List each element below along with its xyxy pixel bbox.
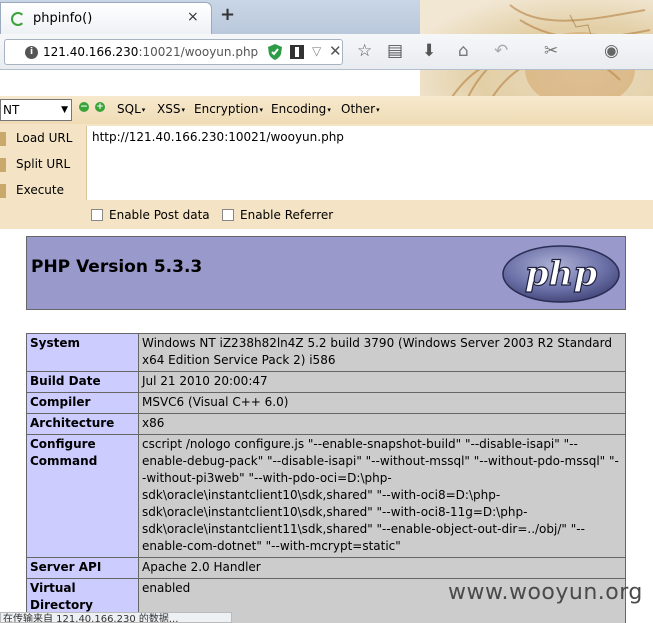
row-key: Compiler xyxy=(26,392,139,414)
wooyun-watermark: www.wooyun.org xyxy=(448,580,643,605)
enable-post-data-checkbox[interactable]: Enable Post data xyxy=(91,208,210,222)
menu-other-label: Other xyxy=(341,102,376,116)
row-key: System xyxy=(26,333,139,372)
home-icon[interactable]: ⌂ xyxy=(458,41,469,61)
url-dropdown-icon[interactable]: ▽ xyxy=(312,44,321,58)
hackbar-select[interactable]: NT ▼ xyxy=(0,99,72,121)
tools-icon[interactable]: ✂ xyxy=(544,41,558,61)
caret-icon: ▾ xyxy=(141,105,146,114)
chevron-down-icon: ▼ xyxy=(61,105,68,115)
caret-icon: ▾ xyxy=(259,105,263,114)
svg-text:php: php xyxy=(525,254,597,294)
execute-icon xyxy=(0,184,6,198)
menu-sql[interactable]: SQL▾ xyxy=(117,102,145,116)
caret-icon: ▾ xyxy=(327,105,331,114)
hackbar-select-value: NT xyxy=(3,103,20,117)
hackbar-panel: NT ▼ − + SQL▾ XSS▾ Encryption▾ Encoding▾… xyxy=(0,96,653,229)
enable-referrer-label: Enable Referrer xyxy=(240,208,334,222)
row-value: x86 xyxy=(138,413,626,435)
row-value: MSVC6 (Visual C++ 6.0) xyxy=(138,392,626,414)
page-content: PHP Version 5.3.3 php System Windows NT i… xyxy=(0,229,653,623)
row-key: Server API xyxy=(26,557,139,579)
php-logo-icon: php xyxy=(502,245,620,303)
row-value: cscript /nologo configure.js "--enable-s… xyxy=(138,434,626,558)
hackbar-url-textarea[interactable]: http://121.40.166.230:10021/wooyun.php xyxy=(86,126,653,200)
load-url-button[interactable]: Load URL xyxy=(16,131,72,145)
menu-xss[interactable]: XSS▾ xyxy=(157,102,185,116)
menu-encryption[interactable]: Encryption▾ xyxy=(194,102,263,116)
undo-icon[interactable]: ↶ xyxy=(494,41,508,61)
row-value: Windows NT iZ238h82ln4Z 5.2 build 3790 (… xyxy=(138,333,626,372)
new-tab-button[interactable]: + xyxy=(220,4,235,25)
menu-other[interactable]: Other▾ xyxy=(341,102,380,116)
shield-icon[interactable] xyxy=(267,43,283,61)
enable-referrer-checkbox[interactable]: Enable Referrer xyxy=(222,208,333,222)
caret-icon: ▾ xyxy=(376,105,380,114)
tab-phpinfo[interactable]: phpinfo() × xyxy=(0,2,212,34)
hackbar-url-value: http://121.40.166.230:10021/wooyun.php xyxy=(92,130,344,144)
close-icon[interactable]: ✕ xyxy=(329,42,342,60)
table-row: Architecture x86 xyxy=(26,413,626,435)
url-path: :10021/wooyun.php xyxy=(138,45,259,59)
status-bar: 在传输来自 121.40.166.230 的数据... xyxy=(0,612,232,623)
reader-view-icon[interactable]: ▤ xyxy=(387,41,403,61)
row-key: Build Date xyxy=(26,371,139,393)
table-row: Configure Command cscript /nologo configu… xyxy=(26,434,626,558)
bookmark-star-icon[interactable]: ☆ xyxy=(357,41,372,61)
table-row: Compiler MSVC6 (Visual C++ 6.0) xyxy=(26,392,626,414)
load-url-icon xyxy=(0,132,6,146)
table-row: System Windows NT iZ238h82ln4Z 5.2 build … xyxy=(26,333,626,372)
table-row: Build Date Jul 21 2010 20:00:47 xyxy=(26,371,626,393)
checkbox-box[interactable] xyxy=(91,209,103,221)
caret-icon: ▾ xyxy=(181,105,185,114)
table-row: Server API Apache 2.0 Handler xyxy=(26,557,626,579)
menu-encoding[interactable]: Encoding▾ xyxy=(271,102,331,116)
navigation-bar: i 121.40.166.230:10021/wooyun.php ▽ ✕ ☆ … xyxy=(0,34,653,70)
url-host: 121.40.166.230 xyxy=(43,45,139,59)
checkbox-box[interactable] xyxy=(222,209,234,221)
row-key: Configure Command xyxy=(26,434,139,558)
tab-title: phpinfo() xyxy=(33,11,93,26)
tab-close-icon[interactable]: × xyxy=(187,9,199,25)
row-value: Apache 2.0 Handler xyxy=(138,557,626,579)
menu-sql-label: SQL xyxy=(117,102,141,116)
download-icon[interactable]: ⬇ xyxy=(422,41,436,61)
php-header: PHP Version 5.3.3 php xyxy=(26,236,626,310)
plus-icon[interactable]: + xyxy=(95,102,105,112)
split-url-icon xyxy=(0,158,6,172)
url-bar[interactable]: i 121.40.166.230:10021/wooyun.php ▽ ✕ xyxy=(4,39,343,65)
qr-code-icon[interactable] xyxy=(290,45,304,59)
minus-icon[interactable]: − xyxy=(79,102,89,112)
hackbar-toolbar: NT ▼ − + SQL▾ XSS▾ Encryption▾ Encoding▾… xyxy=(0,96,653,124)
row-value: Jul 21 2010 20:00:47 xyxy=(138,371,626,393)
loading-spinner-icon xyxy=(11,12,25,26)
status-text: 在传输来自 121.40.166.230 的数据... xyxy=(3,614,179,623)
execute-button[interactable]: Execute xyxy=(16,183,64,197)
globe-icon[interactable]: ◉ xyxy=(604,41,619,61)
row-key: Architecture xyxy=(26,413,139,435)
split-url-button[interactable]: Split URL xyxy=(16,157,70,171)
enable-post-data-label: Enable Post data xyxy=(109,208,210,222)
php-version-title: PHP Version 5.3.3 xyxy=(31,257,203,277)
site-info-icon[interactable]: i xyxy=(25,46,38,59)
url-text[interactable]: 121.40.166.230:10021/wooyun.php xyxy=(43,45,258,59)
menu-encoding-label: Encoding xyxy=(271,102,327,116)
menu-xss-label: XSS xyxy=(157,102,181,116)
menu-encryption-label: Encryption xyxy=(194,102,259,116)
